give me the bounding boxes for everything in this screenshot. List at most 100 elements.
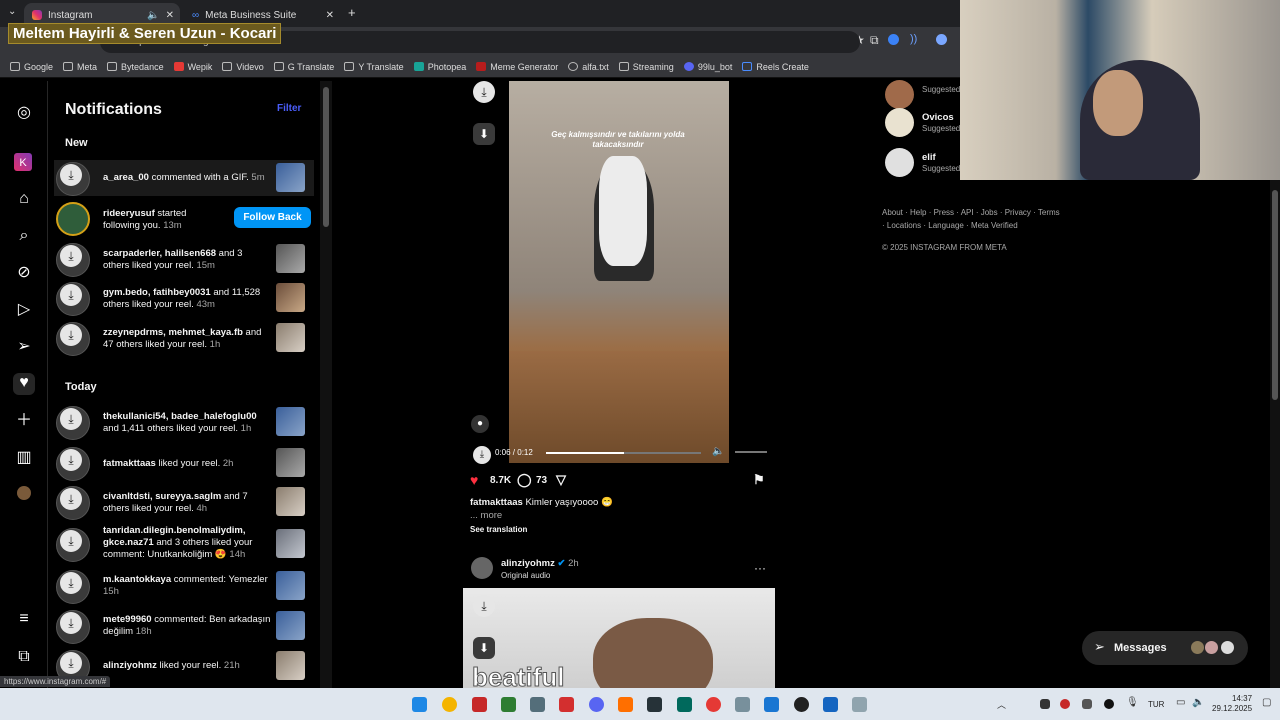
filter-link[interactable]: Filter xyxy=(277,103,301,114)
bookmark-alfa-txt[interactable]: alfa.txt xyxy=(568,62,609,72)
scrollbar-thumb[interactable] xyxy=(1272,190,1278,400)
steam-icon[interactable] xyxy=(823,697,838,712)
more-link[interactable]: ... more xyxy=(470,510,502,521)
post-author-name[interactable]: alinziyohmz xyxy=(501,558,555,569)
microphone-icon[interactable]: 🎙 xyxy=(1126,697,1139,708)
video-progress-bar[interactable] xyxy=(546,452,701,454)
comment-count[interactable]: 73 xyxy=(536,475,547,486)
tray-icon[interactable] xyxy=(1060,699,1070,709)
volume-slider[interactable] xyxy=(735,451,767,453)
bookmark-g-translate[interactable]: G Translate xyxy=(273,62,334,72)
see-translation-link[interactable]: See translation xyxy=(470,525,527,534)
notification-item[interactable]: ⤓ scarpaderler, halilsen668 and 3 others… xyxy=(54,241,314,277)
more-options-icon[interactable]: ··· xyxy=(754,561,766,575)
notifications-scrollbar[interactable] xyxy=(320,81,332,688)
notification-user[interactable]: fatmakttaas xyxy=(103,458,156,469)
terminal-icon[interactable] xyxy=(501,697,516,712)
notification-center-icon[interactable]: ▢ xyxy=(1262,697,1271,708)
save-reel-icon[interactable]: ⬇ xyxy=(473,123,495,145)
explorer-icon[interactable] xyxy=(735,697,750,712)
new-tab-button[interactable]: + xyxy=(348,5,356,20)
follow-back-button[interactable]: Follow Back xyxy=(234,207,311,228)
illustrator-icon[interactable] xyxy=(618,697,633,712)
page-scrollbar[interactable] xyxy=(1270,180,1280,688)
notification-item[interactable]: ⤓ a_area_00 commented with a GIF. 5m xyxy=(54,160,314,196)
save-reel-icon[interactable]: ⬇ xyxy=(473,637,495,659)
dashboard-icon[interactable]: ▥ xyxy=(14,448,34,468)
app-icon[interactable] xyxy=(852,697,867,712)
download-icon[interactable]: ⤓ xyxy=(60,652,82,674)
reel-thumbnail[interactable] xyxy=(276,407,305,436)
download-icon[interactable]: ⤓ xyxy=(60,164,82,186)
audio-extension-icon[interactable]: )) xyxy=(910,33,917,45)
explore-icon[interactable]: ⊘ xyxy=(14,263,34,283)
extension-icon[interactable] xyxy=(888,34,899,45)
bookmark-videvo[interactable]: Videvo xyxy=(222,62,264,72)
bookmark-reels-create[interactable]: Reels Create xyxy=(742,62,809,72)
notification-user[interactable]: civanltdsti, sureyya.saglm xyxy=(103,491,221,502)
notification-user[interactable]: a_area_00 xyxy=(103,172,149,183)
tray-icon[interactable] xyxy=(1040,699,1050,709)
notification-item[interactable]: ⤓ mete99960 commented: Ben arkadaşın değ… xyxy=(54,608,314,644)
reel-thumbnail[interactable] xyxy=(276,487,305,516)
download-icon[interactable]: ⤓ xyxy=(60,324,82,346)
tray-chevron-icon[interactable]: ︿ xyxy=(997,698,1006,711)
bookmark-y-translate[interactable]: Y Translate xyxy=(344,62,404,72)
bookmark-wepik[interactable]: Wepik xyxy=(173,62,212,72)
download-small-icon[interactable]: ⤓ xyxy=(473,446,491,464)
download-icon[interactable]: ⤓ xyxy=(60,284,82,306)
create-icon[interactable]: ＋ xyxy=(14,411,34,431)
search-icon[interactable]: ⌕ xyxy=(14,226,34,246)
suggested-name[interactable]: elif xyxy=(922,152,936,163)
messages-button[interactable]: ➢ Messages xyxy=(1082,631,1248,665)
reel-thumbnail[interactable] xyxy=(276,323,305,352)
tray-icon[interactable] xyxy=(1104,699,1114,709)
reel-thumbnail[interactable] xyxy=(276,651,305,680)
download-icon[interactable]: ⤓ xyxy=(473,81,495,103)
avatar[interactable] xyxy=(471,557,493,579)
reel-thumbnail[interactable] xyxy=(276,611,305,640)
share-icon[interactable]: ▽ xyxy=(556,472,566,488)
tab-list-chevron-icon[interactable]: ⌄ xyxy=(8,6,16,17)
bookmark-icon[interactable]: ⚑ xyxy=(753,472,765,488)
language-indicator[interactable]: TUR xyxy=(1148,700,1164,709)
reels-icon[interactable]: ▷ xyxy=(14,300,34,320)
notification-item[interactable]: ⤓ civanltdsti, sureyya.saglm and 7 other… xyxy=(54,484,314,520)
notification-item[interactable]: ⤓ gym.bedo, fatihbey0031 and 11,528 othe… xyxy=(54,280,314,316)
notification-user[interactable]: gym.bedo, fatihbey0031 xyxy=(103,287,211,298)
install-icon[interactable]: ⧉ xyxy=(870,33,879,48)
download-icon[interactable]: ⤓ xyxy=(60,449,82,471)
profile-extension-icon[interactable] xyxy=(936,34,947,45)
download-icon[interactable]: ⤓ xyxy=(60,488,82,510)
network-status-icon[interactable]: ▭ xyxy=(1176,697,1185,708)
app-icon[interactable] xyxy=(530,697,545,712)
download-icon[interactable]: ⤓ xyxy=(60,245,82,267)
filezilla-icon[interactable] xyxy=(559,697,574,712)
notification-item[interactable]: ⤓ thekullanici54, badee_halefoglu00 and … xyxy=(54,404,314,440)
mute-icon[interactable]: 🔈 xyxy=(147,10,159,21)
notification-user[interactable]: zzeynepdrms, mehmet_kaya.fb xyxy=(103,327,243,338)
notification-item[interactable]: rideeryusuf started following you. 13m F… xyxy=(54,200,314,236)
notification-user[interactable]: thekullanici54, badee_halefoglu00 xyxy=(103,411,257,422)
home-icon[interactable]: ⌂ xyxy=(14,189,34,209)
suggested-name[interactable]: Ovicos xyxy=(922,112,954,123)
notification-item[interactable]: ⤓ fatmakttaas liked your reel. 2h xyxy=(54,445,314,481)
reel-thumbnail[interactable] xyxy=(276,163,305,192)
download-icon[interactable]: ⤓ xyxy=(60,408,82,430)
comment-icon[interactable]: ◯ xyxy=(517,472,532,488)
profile-avatar[interactable] xyxy=(17,486,31,500)
caption-user[interactable]: fatmakttaas xyxy=(470,497,523,508)
reel-thumbnail[interactable] xyxy=(276,529,305,558)
messages-icon[interactable]: ➢ xyxy=(14,337,34,357)
scrollbar-thumb[interactable] xyxy=(323,87,329,227)
windows-start-icon[interactable] xyxy=(412,697,427,712)
like-heart-icon[interactable]: ♥ xyxy=(470,472,478,488)
like-count[interactable]: 8.7K xyxy=(490,475,511,486)
clock[interactable]: 14:37 29.12.2025 xyxy=(1212,694,1252,714)
user-tag-icon[interactable]: ● xyxy=(471,415,489,433)
download-icon[interactable]: ⤓ xyxy=(473,595,495,617)
bookmark-bytedance[interactable]: Bytedance xyxy=(107,62,164,72)
download-icon[interactable]: ⤓ xyxy=(60,612,82,634)
notification-user[interactable]: mete99960 xyxy=(103,614,152,625)
record-icon[interactable] xyxy=(706,697,721,712)
